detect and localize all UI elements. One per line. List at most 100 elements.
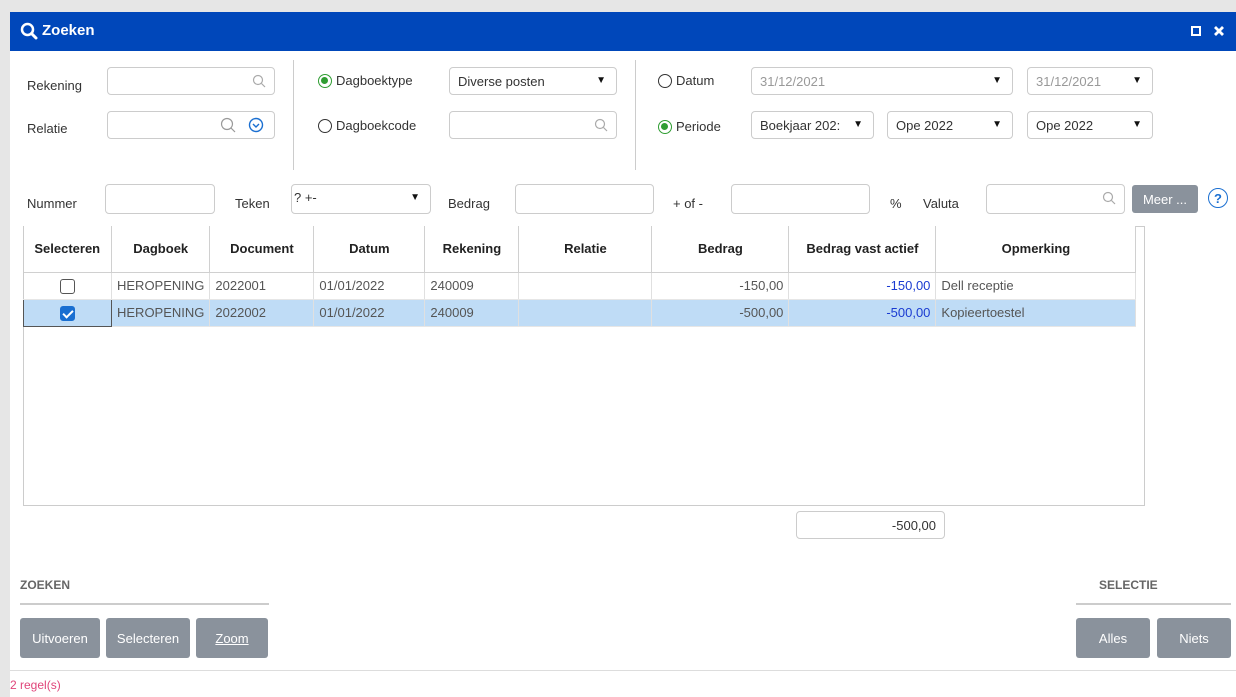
cell-bedrag: -150,00 [651, 272, 790, 300]
cell-bedrag-vast: -500,00 [788, 299, 937, 327]
dropdown-arrow-icon: ▼ [1132, 75, 1142, 86]
datum-from-select[interactable]: 31/12/2021 ▼ [751, 67, 1013, 95]
nummer-label: Nummer [27, 196, 77, 211]
datum-label: Datum [676, 73, 715, 88]
search-window: Zoeken Rekening Relatie Dagboektype Dive… [10, 12, 1236, 697]
percent-label: % [890, 196, 902, 211]
uitvoeren-button[interactable]: Uitvoeren [20, 618, 100, 658]
periode-from-value: Ope 2022 [896, 118, 954, 133]
row-checkbox[interactable] [60, 305, 75, 321]
periode-from-select[interactable]: Ope 2022 ▼ [887, 111, 1013, 139]
teken-value: ? +- [294, 190, 317, 205]
window-title: Zoeken [42, 22, 95, 39]
datum-to-select[interactable]: 31/12/2021 ▼ [1027, 67, 1153, 95]
title-bar: Zoeken [10, 12, 1236, 51]
results-table: Selecteren Dagboek Document Datum Rekeni… [23, 226, 1137, 327]
datum-radio[interactable] [658, 74, 672, 88]
search-icon[interactable] [594, 118, 608, 132]
search-icon[interactable] [252, 74, 266, 88]
periode-to-value: Ope 2022 [1036, 118, 1094, 133]
column-header[interactable]: Bedrag vast actief [788, 226, 937, 273]
boekjaar-value: Boekjaar 202: [760, 118, 841, 133]
maximize-icon[interactable] [1189, 24, 1203, 38]
dagboektype-value: Diverse posten [458, 74, 545, 89]
selectie-section-header: SELECTIE [1099, 578, 1158, 592]
cell-relatie [518, 272, 653, 300]
column-header[interactable]: Rekening [424, 226, 520, 273]
row-count-status: 2 regel(s) [10, 678, 61, 692]
table-row[interactable]: HEROPENING 2022001 01/01/2022 240009 -15… [23, 272, 1137, 300]
zoeken-section-header: ZOEKEN [20, 578, 71, 592]
datum-to-value: 31/12/2021 [1036, 74, 1102, 89]
periode-label: Periode [676, 119, 721, 134]
niets-button[interactable]: Niets [1157, 618, 1231, 658]
cell-datum: 01/01/2022 [313, 299, 426, 327]
boekjaar-select[interactable]: Boekjaar 202: ▼ [751, 111, 874, 139]
help-icon[interactable]: ? [1208, 188, 1228, 208]
dagboektype-radio[interactable] [318, 74, 332, 88]
cell-opmerking: Kopieertoestel [935, 299, 1137, 327]
separator [293, 60, 294, 170]
valuta-input[interactable] [986, 184, 1125, 214]
dropdown-arrow-icon: ▼ [1132, 119, 1142, 130]
close-icon[interactable] [1212, 24, 1226, 38]
search-icon[interactable] [1102, 191, 1116, 205]
rekening-input[interactable] [107, 67, 275, 95]
valuta-label: Valuta [923, 196, 959, 211]
meer-button[interactable]: Meer ... [1132, 185, 1198, 213]
column-header[interactable]: Selecteren [23, 226, 112, 273]
dagboekcode-label: Dagboekcode [336, 118, 417, 133]
cell-document: 2022002 [209, 299, 315, 327]
selecteren-button[interactable]: Selecteren [106, 618, 190, 658]
periode-to-select[interactable]: Ope 2022 ▼ [1027, 111, 1153, 139]
bedrag-label: Bedrag [448, 196, 490, 211]
nummer-input[interactable] [105, 184, 215, 214]
section-divider [1076, 603, 1231, 605]
plusmin-input[interactable] [731, 184, 870, 214]
column-header[interactable]: Dagboek [111, 226, 211, 273]
cell-document: 2022001 [209, 272, 315, 300]
dagboekcode-radio[interactable] [318, 119, 332, 133]
relatie-input[interactable] [107, 111, 275, 139]
search-icon [20, 22, 38, 40]
column-header[interactable]: Bedrag [651, 226, 790, 273]
periode-radio[interactable] [658, 120, 672, 134]
section-divider [20, 603, 269, 605]
column-header[interactable]: Datum [313, 226, 426, 273]
rekening-label: Rekening [27, 78, 82, 93]
dagboektype-label: Dagboektype [336, 73, 413, 88]
column-header[interactable]: Document [209, 226, 315, 273]
datum-from-value: 31/12/2021 [760, 74, 826, 89]
dropdown-arrow-icon: ▼ [410, 192, 420, 203]
column-header[interactable]: Relatie [518, 226, 653, 273]
dropdown-arrow-icon: ▼ [992, 119, 1002, 130]
cell-relatie [518, 299, 653, 327]
relatie-label: Relatie [27, 121, 68, 136]
dropdown-arrow-icon: ▼ [992, 75, 1002, 86]
row-checkbox[interactable] [59, 278, 75, 294]
chevron-down-circle-icon[interactable] [248, 117, 264, 133]
separator [635, 60, 636, 170]
teken-select[interactable]: ? +- ▼ [291, 184, 431, 214]
cell-bedrag-vast: -150,00 [788, 272, 937, 300]
column-header[interactable]: Opmerking [935, 226, 1137, 273]
teken-label: Teken [235, 196, 270, 211]
total-bedrag-vast: -500,00 [796, 511, 945, 539]
bedrag-input[interactable] [515, 184, 654, 214]
zoom-button[interactable]: Zoom [196, 618, 268, 658]
status-bar: 2 regel(s) [10, 670, 1236, 697]
cell-bedrag: -500,00 [651, 299, 790, 327]
table-row[interactable]: HEROPENING 2022002 01/01/2022 240009 -50… [23, 298, 1137, 327]
cell-opmerking: Dell receptie [935, 272, 1137, 300]
alles-button[interactable]: Alles [1076, 618, 1150, 658]
search-icon[interactable] [220, 117, 236, 133]
dropdown-arrow-icon: ▼ [596, 75, 606, 86]
cell-dagboek: HEROPENING [111, 272, 211, 300]
plusmin-label: + of - [673, 196, 703, 211]
dagboektype-select[interactable]: Diverse posten ▼ [449, 67, 617, 95]
cell-rekening: 240009 [424, 299, 520, 327]
cell-dagboek: HEROPENING [111, 299, 211, 327]
dagboekcode-input[interactable] [449, 111, 617, 139]
cell-rekening: 240009 [424, 272, 520, 300]
table-header-row: Selecteren Dagboek Document Datum Rekeni… [23, 226, 1137, 273]
